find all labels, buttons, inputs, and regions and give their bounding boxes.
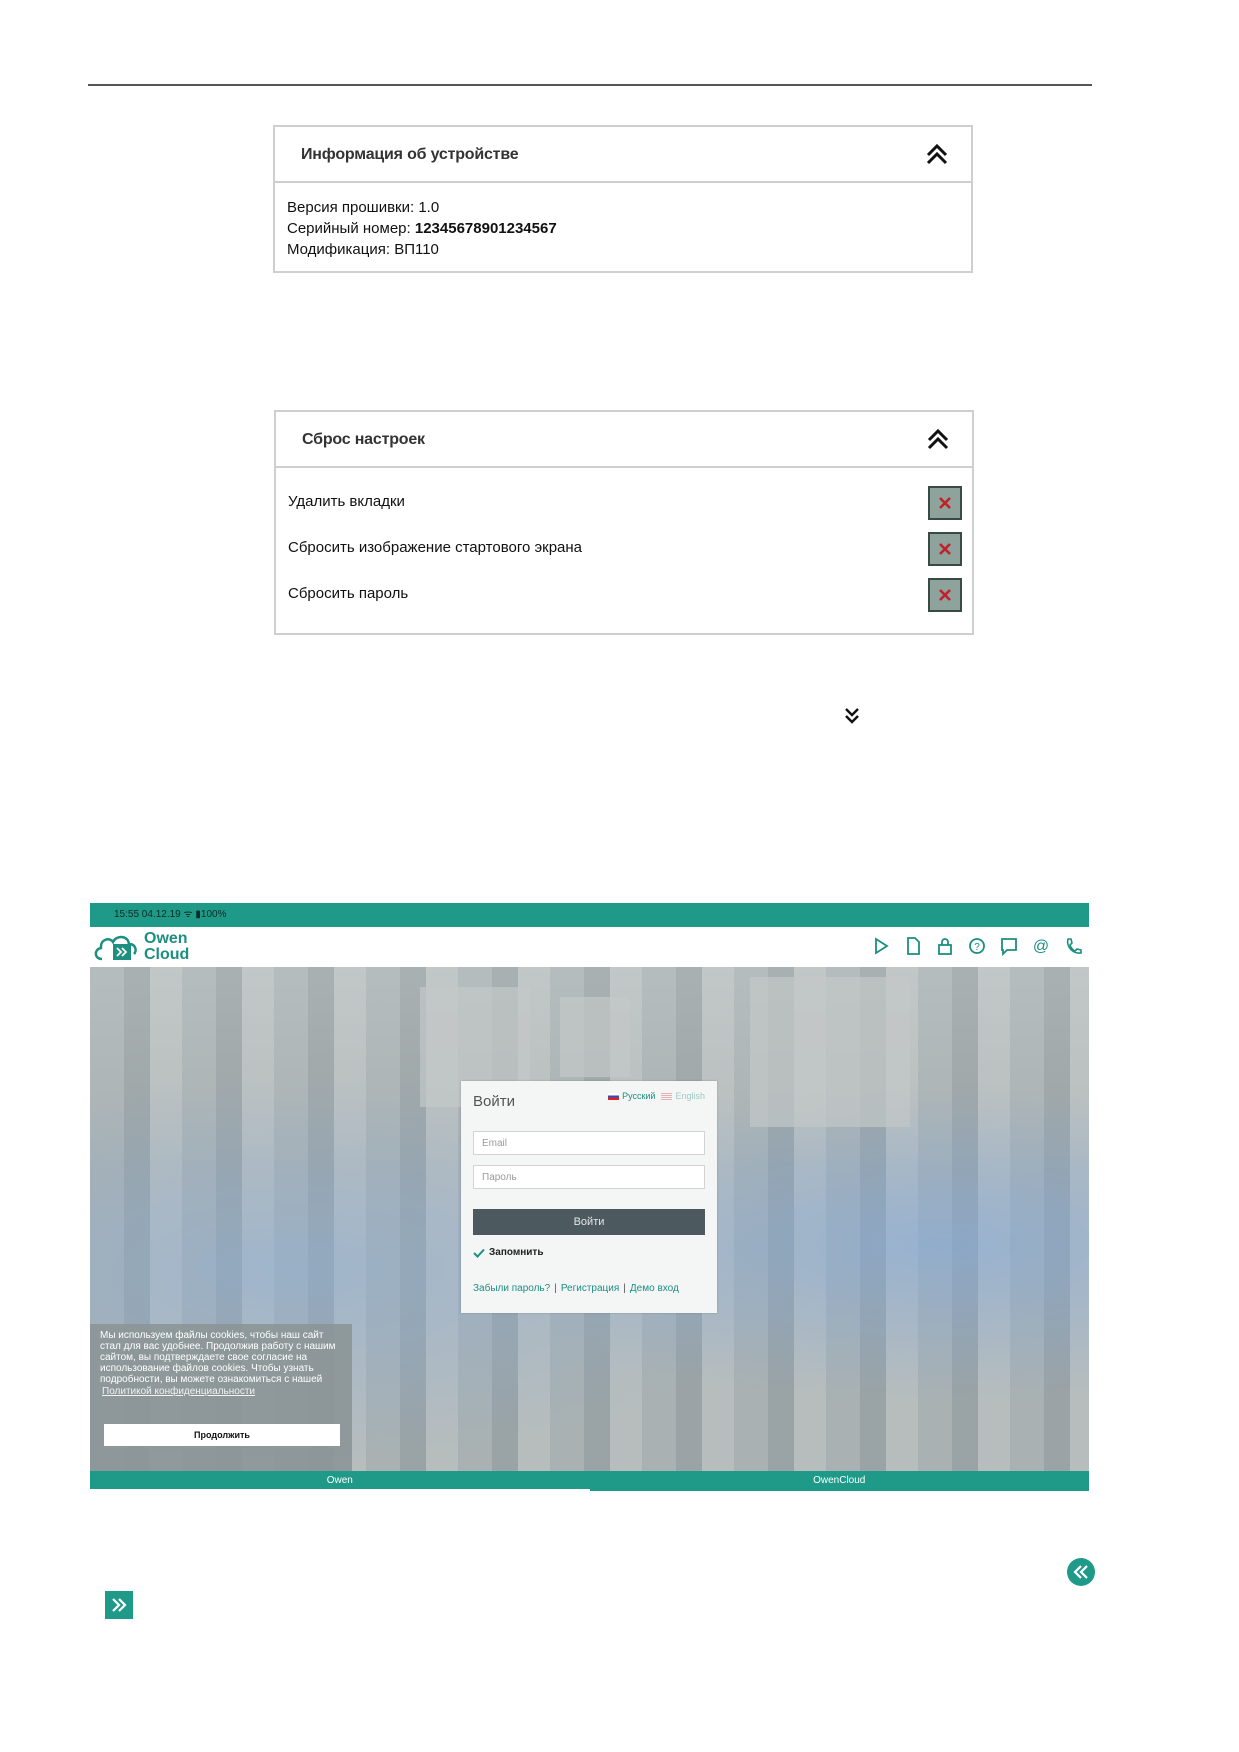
reset-row-password: Сбросить пароль	[276, 572, 972, 618]
cookie-continue-button[interactable]: Продолжить	[104, 1424, 340, 1446]
us-flag-icon	[661, 1093, 673, 1101]
device-info-header: Информация об устройстве	[275, 127, 971, 183]
reset-row-splash: Сбросить изображение стартового экрана	[276, 526, 972, 572]
chat-icon[interactable]	[999, 935, 1019, 957]
reset-settings-title: Сброс настроек	[302, 431, 425, 448]
double-chevron-left-icon	[1073, 1565, 1088, 1579]
bottom-tabs: Owen OwenCloud	[90, 1471, 1089, 1491]
reset-label: Сбросить изображение стартового экрана	[288, 539, 583, 556]
help-icon[interactable]: ?	[967, 935, 987, 957]
double-chevron-right-icon	[112, 1598, 127, 1612]
serial-value: 12345678901234567	[414, 220, 557, 237]
app-header: Owen Cloud ? @	[90, 927, 1089, 967]
modification-value: ВП110	[394, 241, 439, 258]
register-link[interactable]: Регистрация	[561, 1283, 619, 1294]
russian-flag-icon	[608, 1093, 620, 1101]
reset-settings-panel: Сброс настроек Удалить вкладки Сбросить …	[274, 410, 974, 635]
login-links: Забыли пароль? | Регистрация | Демо вход	[473, 1283, 679, 1294]
login-form: Войти Русский English Войти Запомнить За…	[461, 1081, 717, 1313]
login-title: Войти	[473, 1093, 515, 1110]
separator: |	[554, 1283, 557, 1294]
remember-label: Запомнить	[489, 1247, 544, 1258]
separator: |	[623, 1283, 626, 1294]
device-info-panel: Информация об устройстве Версия прошивки…	[273, 125, 973, 273]
privacy-policy-link[interactable]: Политикой конфиденциальности	[100, 1386, 345, 1397]
serial-label: Серийный номер:	[287, 220, 411, 237]
top-divider	[88, 84, 1092, 86]
serial-row: Серийный номер: 12345678901234567	[287, 218, 959, 239]
reset-password-button[interactable]	[928, 578, 962, 612]
modification-row: Модификация: ВП110	[287, 239, 959, 260]
document-icon[interactable]	[903, 935, 923, 957]
checkmark-icon	[473, 1248, 485, 1258]
at-icon[interactable]: @	[1031, 935, 1051, 957]
status-bar: 15:55 04.12.19 ᯤ ▮100%	[90, 903, 1089, 927]
previous-page-button[interactable]	[1067, 1558, 1095, 1586]
logo-line-1: Owen	[144, 930, 188, 947]
lang-english[interactable]: English	[661, 1091, 705, 1101]
delete-tabs-button[interactable]	[928, 486, 962, 520]
tab-owencloud[interactable]: OwenCloud	[590, 1471, 1090, 1491]
tab-owen[interactable]: Owen	[90, 1471, 590, 1491]
expand-down-icon[interactable]	[841, 705, 863, 727]
demo-login-link[interactable]: Демо вход	[630, 1283, 679, 1294]
lock-icon[interactable]	[935, 935, 955, 957]
close-icon	[939, 589, 951, 601]
language-switcher: Русский English	[608, 1091, 705, 1101]
cloud-logo-icon	[94, 935, 137, 961]
reset-row-tabs: Удалить вкладки	[276, 480, 972, 526]
next-page-button[interactable]	[105, 1591, 133, 1619]
owencloud-screenshot: 15:55 04.12.19 ᯤ ▮100% Owen Cloud ? @ Во…	[90, 903, 1089, 1491]
firmware-row: Версия прошивки: 1.0	[287, 197, 959, 218]
modification-label: Модификация:	[287, 241, 391, 258]
svg-text:@: @	[1033, 938, 1049, 955]
cookie-text: Мы используем файлы cookies, чтобы наш с…	[100, 1330, 345, 1397]
close-icon	[939, 497, 951, 509]
collapse-up-icon[interactable]	[923, 141, 951, 169]
firmware-value: 1.0	[418, 199, 440, 216]
cookie-banner: Мы используем файлы cookies, чтобы наш с…	[90, 1324, 352, 1471]
reset-label: Удалить вкладки	[288, 493, 405, 510]
logo-line-2: Cloud	[144, 946, 190, 963]
email-input[interactable]	[473, 1131, 705, 1155]
play-icon[interactable]	[871, 935, 891, 957]
collapse-up-icon[interactable]	[924, 426, 952, 454]
owencloud-logo[interactable]: Owen Cloud	[92, 929, 202, 965]
phone-icon[interactable]	[1063, 935, 1083, 957]
reset-splash-button[interactable]	[928, 532, 962, 566]
password-input[interactable]	[473, 1165, 705, 1189]
reset-settings-header: Сброс настроек	[276, 412, 972, 468]
reset-label: Сбросить пароль	[288, 585, 409, 602]
remember-checkbox[interactable]: Запомнить	[473, 1247, 543, 1258]
forgot-password-link[interactable]: Забыли пароль?	[473, 1283, 550, 1294]
login-button[interactable]: Войти	[473, 1209, 705, 1235]
lang-russian[interactable]: Русский	[608, 1091, 655, 1101]
device-info-title: Информация об устройстве	[301, 146, 519, 163]
svg-text:?: ?	[974, 942, 980, 953]
firmware-label: Версия прошивки:	[287, 199, 415, 216]
close-icon	[939, 543, 951, 555]
